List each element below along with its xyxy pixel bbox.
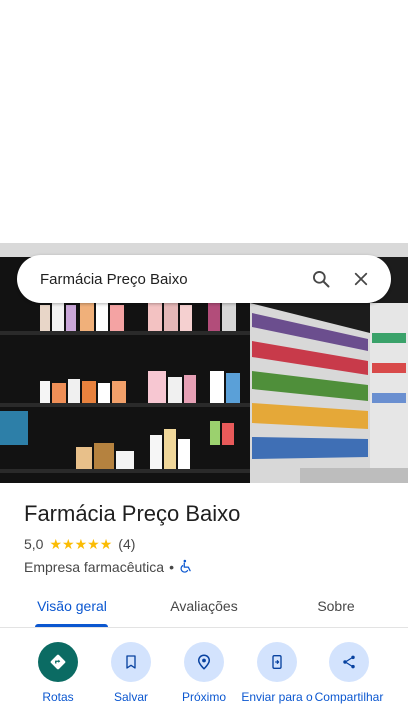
tab-overview[interactable]: Visão geral <box>18 584 126 628</box>
search-bar[interactable]: Farmácia Preço Baixo <box>17 255 391 303</box>
star-icon: ★ <box>74 536 88 552</box>
star-icon: ★ <box>99 536 113 552</box>
nearby-label: Próximo <box>181 690 226 704</box>
place-info: Farmácia Preço Baixo 5,0 ★ ★ ★ ★ ★ (4) E… <box>24 500 392 577</box>
rating-row[interactable]: 5,0 ★ ★ ★ ★ ★ (4) <box>24 535 392 553</box>
place-title: Farmácia Preço Baixo <box>24 501 241 526</box>
wheelchair-icon <box>179 559 193 576</box>
bookmark-icon <box>111 642 151 682</box>
search-icon[interactable] <box>301 259 341 299</box>
map-blank-area <box>0 0 408 243</box>
nearby-button[interactable]: Próximo <box>167 642 241 705</box>
category-row: Empresa farmacêutica • <box>24 557 392 577</box>
share-label: Compartilhar <box>314 690 384 704</box>
review-count: (4) <box>118 536 136 552</box>
rating-stars: ★ ★ ★ ★ ★ <box>49 537 112 551</box>
search-input[interactable]: Farmácia Preço Baixo <box>40 271 301 288</box>
save-button[interactable]: Salvar <box>94 642 168 705</box>
active-tab-indicator <box>35 624 108 627</box>
directions-label: Rotas <box>42 690 74 704</box>
action-buttons: Rotas Salvar Próximo Enviar para o Compa… <box>0 640 408 726</box>
rating-value: 5,0 <box>24 536 44 552</box>
tab-about[interactable]: Sobre <box>282 584 390 628</box>
star-icon: ★ <box>87 536 100 552</box>
send-to-phone-label: Enviar para o <box>241 690 313 704</box>
tab-reviews[interactable]: Avaliações <box>150 584 258 628</box>
directions-button[interactable]: Rotas <box>21 642 95 705</box>
share-button[interactable]: Compartilhar <box>312 642 386 705</box>
star-icon: ★ <box>49 536 63 552</box>
nearby-icon <box>184 642 224 682</box>
close-icon[interactable] <box>341 259 381 299</box>
separator: • <box>169 559 174 575</box>
save-label: Salvar <box>113 690 148 704</box>
send-to-phone-button[interactable]: Enviar para o <box>240 642 314 705</box>
place-category: Empresa farmacêutica <box>24 559 165 575</box>
share-icon <box>329 642 369 682</box>
star-icon: ★ <box>62 536 75 552</box>
directions-icon <box>38 642 78 682</box>
send-to-phone-icon <box>257 642 297 682</box>
tab-bar: Visão geral Avaliações Sobre <box>0 584 408 628</box>
